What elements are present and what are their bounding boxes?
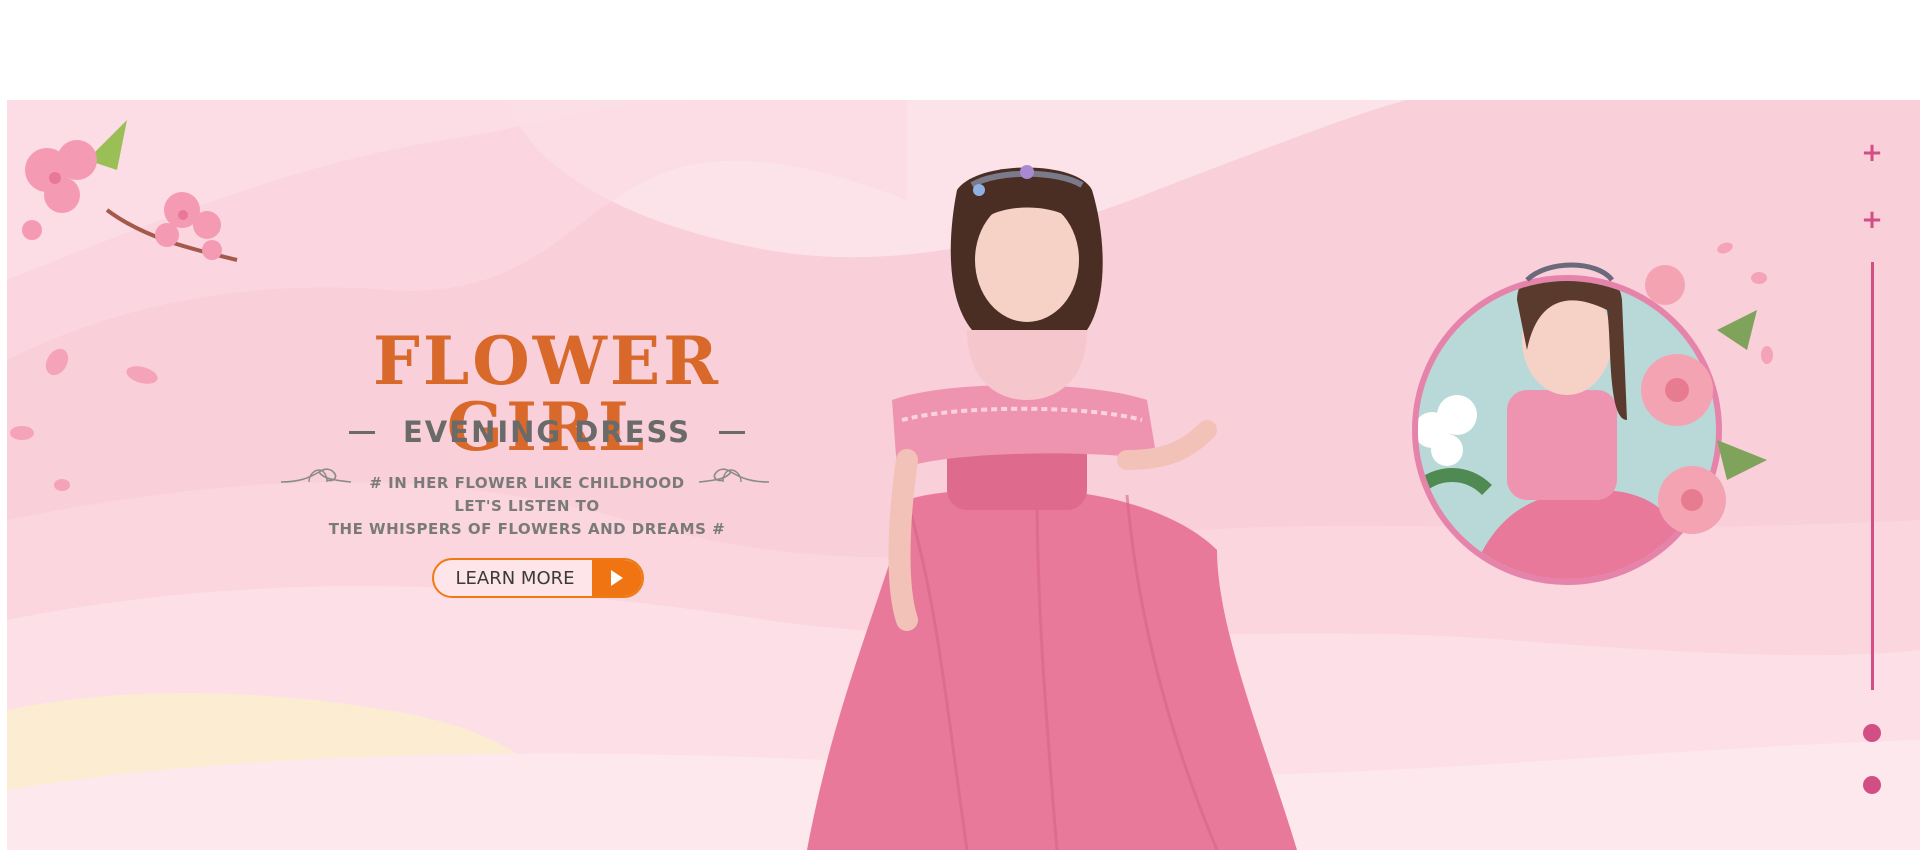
hero-tagline: # IN HER FLOWER LIKE CHILDHOOD LET'S LIS… [277, 472, 777, 541]
hero-subtitle-row: EVENING DRESS [337, 412, 757, 452]
right-dash [718, 430, 745, 434]
carousel-dot-2[interactable] [1863, 776, 1881, 794]
play-arrow-icon [592, 560, 642, 596]
hero-banner: FLOWER GIRL EVENING DRESS # IN HER FLOWE… [7, 100, 1920, 850]
learn-more-button[interactable]: LEARN MORE [432, 558, 644, 598]
tagline-line-1: # IN HER FLOWER LIKE CHILDHOOD [369, 474, 685, 492]
learn-more-label: LEARN MORE [455, 567, 575, 589]
plus-icon[interactable]: + [1857, 207, 1887, 233]
tagline-line-2: LET'S LISTEN TO [454, 497, 600, 515]
left-dash [349, 430, 375, 434]
inset-photo [1412, 262, 1767, 585]
tagline-line-3: THE WHISPERS OF FLOWERS AND DREAMS # [328, 520, 726, 538]
hero-subtitle: EVENING DRESS [403, 415, 691, 449]
carousel-rail: + + [1857, 100, 1887, 850]
rail-line [1871, 262, 1874, 690]
model-photo [807, 165, 1297, 850]
plus-icon[interactable]: + [1857, 140, 1887, 166]
carousel-dot-1[interactable] [1863, 724, 1881, 742]
